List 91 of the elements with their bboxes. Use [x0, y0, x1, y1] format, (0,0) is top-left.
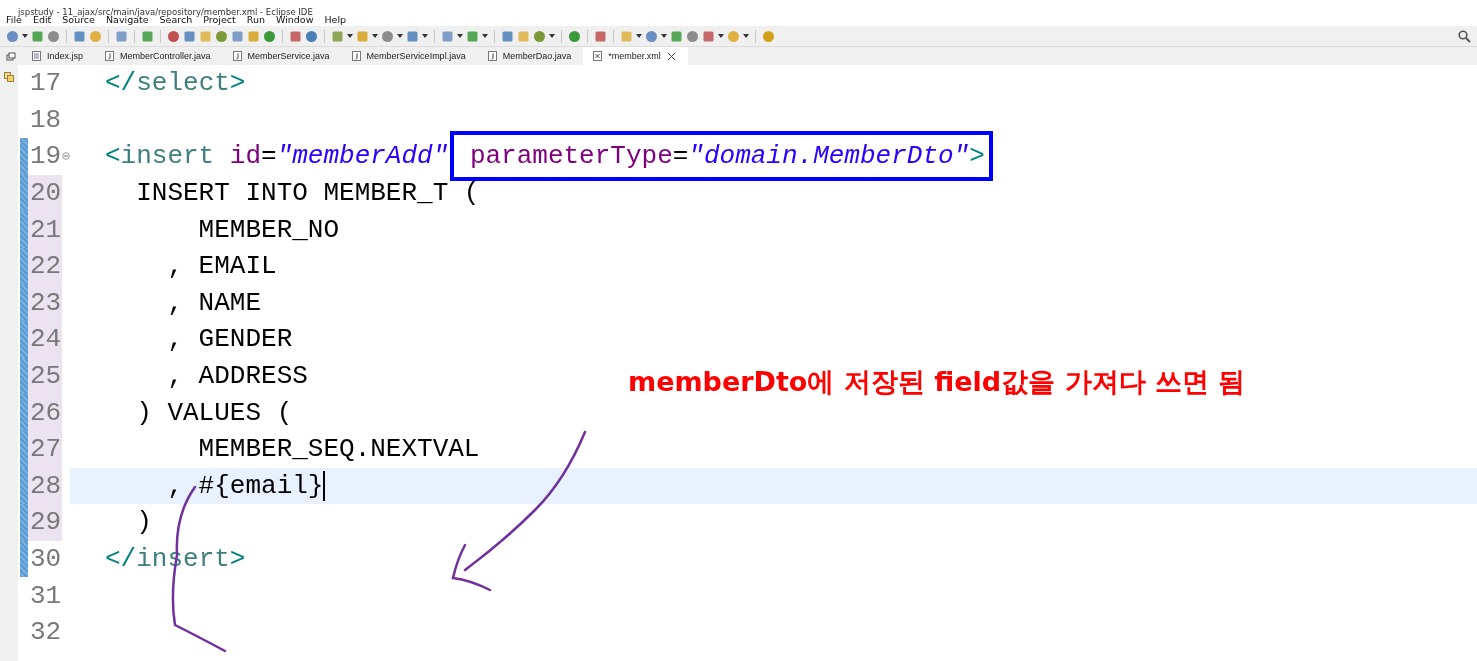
line-number: 17	[29, 67, 62, 101]
menu-item[interactable]: Help	[324, 13, 347, 25]
code-token: MEMBER_NO	[197, 214, 340, 245]
code-token: )	[135, 507, 152, 538]
code-token: <	[105, 141, 121, 172]
code-token: =	[261, 141, 277, 172]
toolbar-icon[interactable]	[183, 29, 196, 43]
java-file-icon	[351, 51, 361, 61]
toolbar-icon[interactable]	[47, 29, 60, 43]
code-token: =	[672, 141, 689, 172]
line-number: 25	[28, 357, 62, 395]
code-token: </	[105, 68, 137, 99]
editor-tab[interactable]: MemberService.java	[222, 47, 342, 65]
toolbar-icon[interactable]	[568, 29, 581, 43]
code-token: "domain.MemberDto"	[688, 141, 970, 172]
toolbar-icon[interactable]	[89, 29, 102, 43]
close-icon[interactable]	[666, 51, 676, 61]
editor-tab[interactable]: MemberServiceImpl.java	[341, 47, 478, 65]
toolbar-icon[interactable]	[215, 29, 228, 43]
toolbar-icon[interactable]	[686, 29, 699, 43]
toolbar-icon[interactable]	[263, 29, 276, 43]
code-token: insert	[120, 141, 215, 172]
line-number: 26	[28, 394, 62, 431]
toolbar-icon[interactable]	[501, 29, 514, 43]
line-number: 21	[28, 211, 62, 248]
code-token: >	[969, 141, 985, 172]
caret-icon[interactable]	[661, 34, 667, 38]
caret-icon[interactable]	[422, 34, 428, 38]
code-token: , #{email}	[166, 470, 324, 501]
toolbar-icon[interactable]	[73, 29, 86, 43]
caret-icon[interactable]	[718, 34, 724, 38]
search-icon[interactable]	[1458, 29, 1471, 43]
java-file-icon	[487, 51, 497, 61]
line-number: 27	[28, 430, 62, 468]
window-title: jspstudy - 11_ajax/src/main/java/repository/member.xml - Eclipse IDE	[18, 6, 313, 17]
toolbar-icon[interactable]	[115, 29, 128, 43]
code-token: id	[228, 141, 262, 172]
caret-icon[interactable]	[457, 34, 463, 38]
line-number: 30	[29, 543, 62, 576]
code-token: parameterType	[468, 141, 673, 172]
code-token: INSERT INTO MEMBER_T (	[135, 178, 480, 209]
caret-icon[interactable]	[482, 34, 488, 38]
code-token: </	[105, 544, 137, 574]
line-number: 20	[28, 174, 62, 212]
toolbar-icon[interactable]	[141, 29, 154, 43]
code-token: >	[229, 68, 246, 99]
code-token: ) VALUES (	[135, 397, 293, 428]
line-number: 22	[28, 247, 62, 285]
code-token: select	[136, 68, 230, 99]
toolbar-icon[interactable]	[167, 29, 180, 43]
caret-icon[interactable]	[22, 34, 28, 38]
toolbar-icon[interactable]	[247, 29, 260, 43]
caret-icon[interactable]	[549, 34, 555, 38]
annotation-text: memberDto에 저장된 field값을 가져다 쓰면 됨	[628, 365, 1246, 399]
toolbar-icon[interactable]	[231, 29, 244, 43]
caret-icon[interactable]	[743, 34, 749, 38]
line-number: 32	[29, 616, 62, 650]
code-token: , EMAIL	[166, 251, 277, 282]
code-token: "memberAdd"	[276, 141, 449, 172]
text-cursor	[323, 470, 326, 501]
caret-icon[interactable]	[372, 34, 378, 38]
line-number: 28	[28, 467, 62, 505]
caret-icon[interactable]	[636, 34, 642, 38]
line-number: 29	[28, 504, 62, 541]
editor-tab[interactable]: MemberDao.java	[477, 47, 584, 65]
xml-file-icon	[593, 51, 603, 61]
line-number: 18	[29, 103, 62, 137]
code-token: , GENDER	[166, 324, 293, 355]
restore-icon[interactable]	[6, 51, 16, 61]
code-token: , NAME	[166, 287, 262, 318]
toolbar-icon[interactable]	[594, 29, 607, 43]
line-number: 19	[29, 140, 62, 174]
code-token: , ADDRESS	[166, 361, 308, 392]
editor-tab[interactable]: MemberController.java	[95, 47, 223, 65]
line-number: 24	[28, 321, 62, 358]
toolbar-icon[interactable]	[762, 29, 775, 43]
editor-tab[interactable]: Index.jsp	[22, 47, 96, 65]
file-icon	[32, 51, 41, 61]
code-token: >	[229, 544, 246, 574]
java-file-icon	[105, 51, 115, 61]
fold-icon[interactable]	[62, 152, 70, 161]
code-token: MEMBER_SEQ.NEXTVAL	[197, 434, 480, 465]
toolbar-icon[interactable]	[289, 29, 302, 43]
java-file-icon	[232, 51, 242, 61]
caret-icon[interactable]	[397, 34, 403, 38]
package-icon	[4, 72, 14, 82]
line-number: 31	[29, 579, 62, 613]
caret-icon[interactable]	[347, 34, 353, 38]
line-number: 23	[28, 284, 62, 322]
editor-tab[interactable]: *member.xml	[583, 47, 688, 65]
toolbar-icon[interactable]	[305, 29, 318, 43]
